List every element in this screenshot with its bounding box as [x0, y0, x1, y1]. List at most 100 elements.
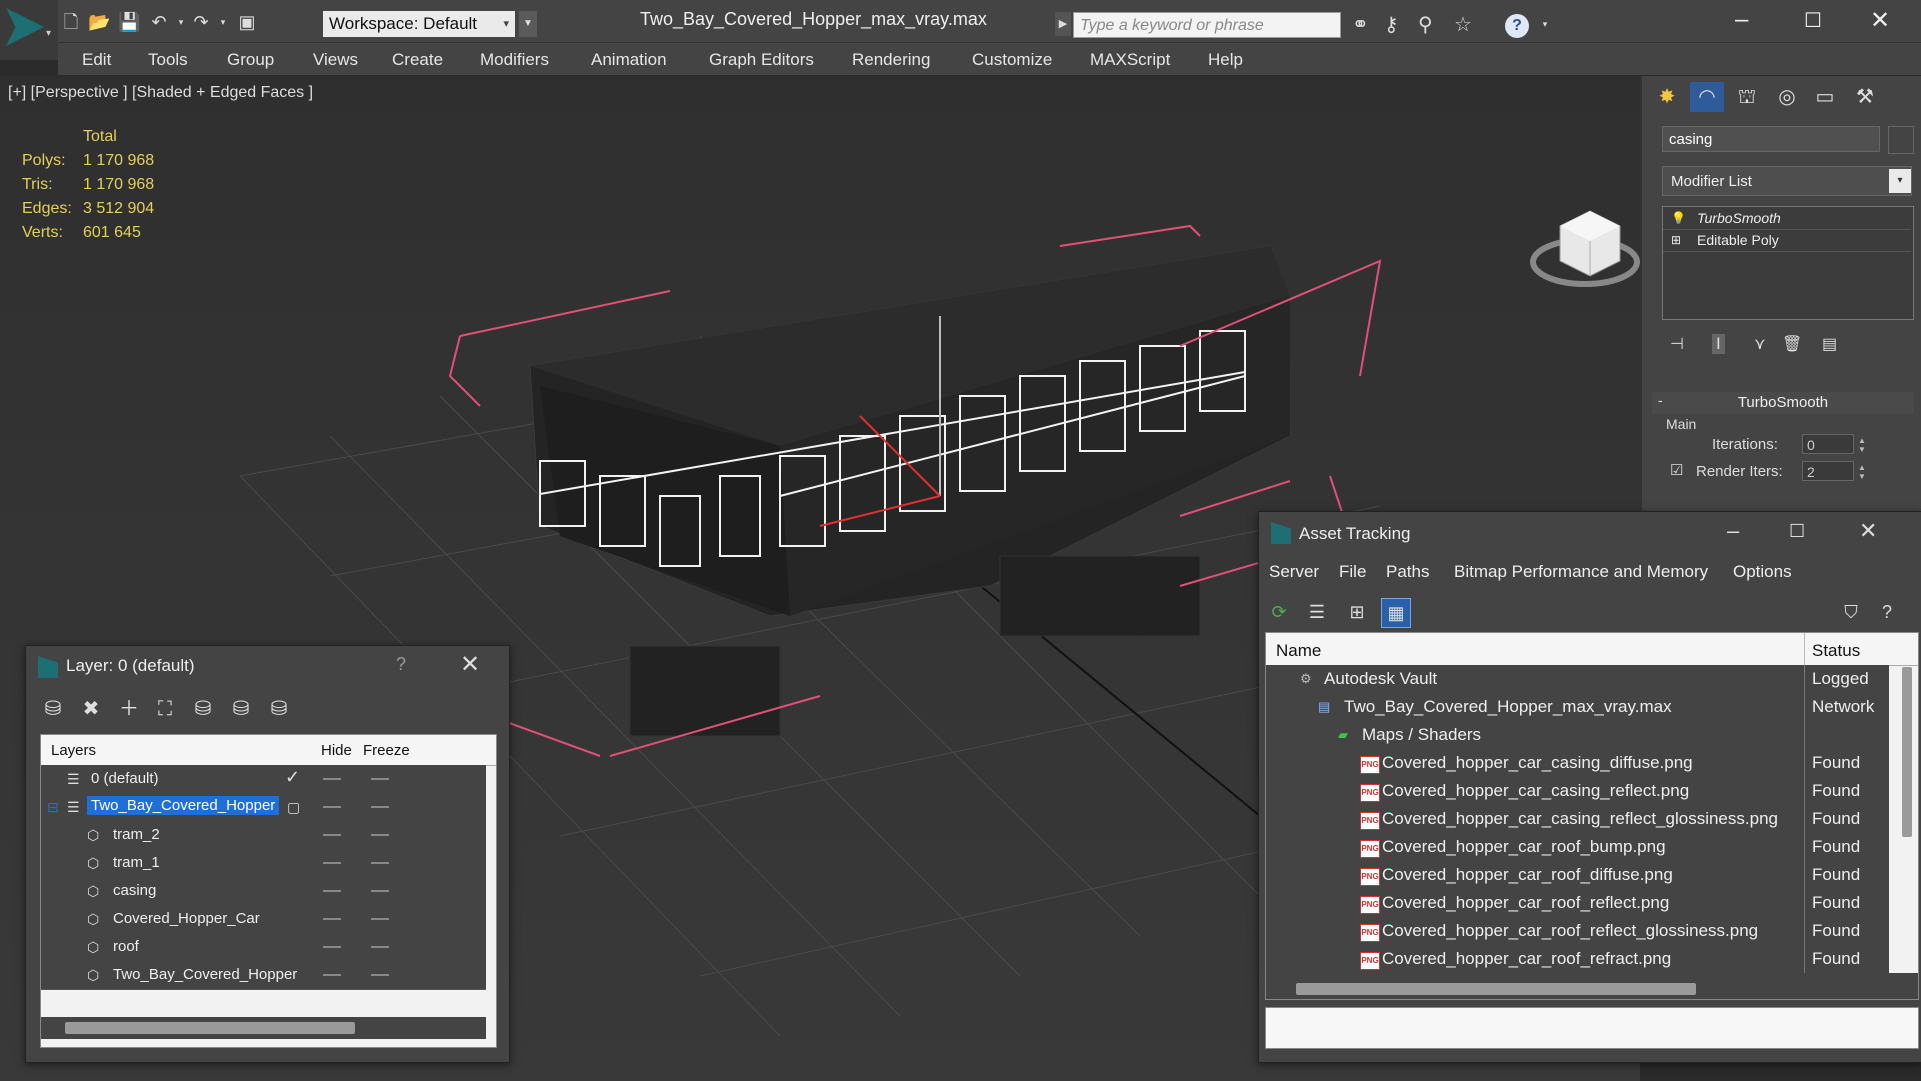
- render-iters-checkbox[interactable]: ☑: [1670, 461, 1683, 479]
- new-file-icon[interactable]: 🗋: [60, 12, 82, 32]
- undo-icon[interactable]: ↶: [148, 12, 170, 32]
- close-icon[interactable]: ✕: [1870, 6, 1890, 35]
- layer-row[interactable]: ⬡ tram_1: [41, 849, 486, 878]
- app-menu-button[interactable]: ▾: [0, 0, 58, 60]
- asset-row[interactable]: PNG Covered_hopper_car_casing_diffuse.pn…: [1266, 749, 1889, 778]
- layer-settings-icon[interactable]: ⛁: [266, 696, 292, 722]
- menu-help[interactable]: Help: [1208, 50, 1243, 70]
- freeze-toggle[interactable]: [371, 834, 389, 836]
- asset-row[interactable]: PNG Covered_hopper_car_roof_bump.png Fou…: [1266, 833, 1889, 862]
- list-view-icon[interactable]: ☰: [1303, 598, 1331, 626]
- minimize-icon[interactable]: –: [1727, 518, 1739, 544]
- asset-row[interactable]: PNG Covered_hopper_car_roof_refract.png …: [1266, 945, 1889, 974]
- lightbulb-icon[interactable]: 💡: [1671, 207, 1686, 229]
- sign-in-icon[interactable]: ⚲: [1418, 12, 1433, 37]
- object-name-field[interactable]: casing: [1662, 126, 1880, 152]
- workspace-menu-button[interactable]: ▼: [519, 11, 537, 37]
- freeze-toggle[interactable]: [371, 974, 389, 976]
- plus-icon[interactable]: ⊞: [1671, 229, 1685, 251]
- layer-row[interactable]: ⊟ ☰ Two_Bay_Covered_Hopper ▢: [41, 793, 486, 822]
- workspace-selector[interactable]: Workspace: Default ▾: [323, 11, 515, 37]
- asset-row[interactable]: PNG Covered_hopper_car_roof_reflect.png …: [1266, 889, 1889, 918]
- close-icon[interactable]: ✕: [460, 650, 480, 679]
- hide-toggle[interactable]: [323, 918, 341, 920]
- asset-row[interactable]: ▰ Maps / Shaders: [1266, 721, 1889, 750]
- help-icon[interactable]: ?: [396, 654, 406, 675]
- collapse-icon[interactable]: -: [1658, 392, 1663, 408]
- save-icon[interactable]: 💾: [118, 12, 140, 32]
- select-layer-icon[interactable]: ⛁: [190, 696, 216, 722]
- col-layers[interactable]: Layers: [51, 742, 96, 759]
- freeze-toggle[interactable]: [371, 778, 389, 780]
- remove-modifier-icon[interactable]: 🗑: [1782, 334, 1802, 354]
- menu-customize[interactable]: Customize: [972, 50, 1052, 70]
- layer-row[interactable]: ⬡ Two_Bay_Covered_Hopper: [41, 961, 486, 990]
- search-expand-button[interactable]: ▶: [1055, 12, 1071, 36]
- menu-edit[interactable]: Edit: [82, 50, 111, 70]
- column-divider[interactable]: [1804, 633, 1805, 665]
- vertical-scrollbar[interactable]: [1902, 667, 1912, 837]
- layer-row[interactable]: ⬡ casing: [41, 877, 486, 906]
- asset-row[interactable]: PNG Covered_hopper_car_roof_diffuse.png …: [1266, 861, 1889, 890]
- menu-paths[interactable]: Paths: [1386, 562, 1429, 582]
- refresh-icon[interactable]: ⟳: [1265, 598, 1293, 626]
- open-file-icon[interactable]: 📂: [88, 12, 110, 32]
- freeze-toggle[interactable]: [371, 806, 389, 808]
- configure-sets-icon[interactable]: ▤: [1822, 334, 1837, 354]
- stack-item-editable-poly[interactable]: ⊞ Editable Poly: [1663, 229, 1911, 252]
- pin-stack-icon[interactable]: ⊣: [1670, 334, 1684, 354]
- asset-row[interactable]: PNG Covered_hopper_car_casing_reflect.pn…: [1266, 777, 1889, 806]
- binoculars-icon[interactable]: ⚭: [1352, 12, 1369, 37]
- menu-server[interactable]: Server: [1269, 562, 1319, 582]
- display-tab-icon[interactable]: ▭: [1808, 82, 1842, 112]
- iterations-spinner[interactable]: 0: [1802, 434, 1854, 454]
- help-button[interactable]: ?: [1505, 14, 1529, 38]
- layer-row[interactable]: ☰ 0 (default) ✓: [41, 765, 486, 794]
- collapse-icon[interactable]: ⊟: [47, 799, 59, 816]
- col-hide[interactable]: Hide: [321, 742, 352, 759]
- key-icon[interactable]: ⚷: [1384, 12, 1399, 37]
- stack-item-turbosmooth[interactable]: 💡 TurboSmooth: [1663, 207, 1911, 230]
- create-tab-icon[interactable]: ✸: [1650, 82, 1684, 112]
- spinner-arrows-icon[interactable]: ▲ ▼: [1858, 463, 1866, 481]
- render-iters-spinner[interactable]: 2: [1802, 461, 1854, 481]
- menu-create[interactable]: Create: [392, 50, 443, 70]
- help-dropdown-icon[interactable]: ▾: [1534, 14, 1556, 34]
- modifier-list-dropdown[interactable]: Modifier List ▾: [1662, 166, 1912, 196]
- menu-maxscript[interactable]: MAXScript: [1090, 50, 1170, 70]
- freeze-toggle[interactable]: [371, 946, 389, 948]
- tree-view-icon[interactable]: ⊞: [1343, 598, 1371, 626]
- hide-toggle[interactable]: [323, 834, 341, 836]
- vault-help-icon[interactable]: ⛉: [1837, 598, 1865, 626]
- freeze-toggle[interactable]: [371, 890, 389, 892]
- asset-row[interactable]: ⚙ Autodesk Vault Logged: [1266, 665, 1889, 694]
- col-name[interactable]: Name: [1276, 641, 1321, 661]
- viewcube[interactable]: [1530, 210, 1640, 287]
- col-status[interactable]: Status: [1812, 641, 1860, 661]
- asset-row[interactable]: PNG Covered_hopper_car_casing_reflect_gl…: [1266, 805, 1889, 834]
- freeze-toggle[interactable]: [371, 918, 389, 920]
- redo-icon[interactable]: ↷: [190, 12, 212, 32]
- freeze-toggle[interactable]: [371, 862, 389, 864]
- layer-row[interactable]: ⬡ tram_2: [41, 821, 486, 850]
- show-end-result-icon[interactable]: Ⅰ: [1712, 334, 1725, 354]
- menu-bitmap-performance[interactable]: Bitmap Performance and Memory: [1454, 562, 1708, 582]
- menu-views[interactable]: Views: [313, 50, 358, 70]
- utilities-tab-icon[interactable]: ⚒: [1848, 82, 1882, 112]
- hide-toggle[interactable]: [323, 778, 341, 780]
- hierarchy-tab-icon[interactable]: ⛫: [1730, 82, 1764, 112]
- menu-modifiers[interactable]: Modifiers: [480, 50, 549, 70]
- layer-row[interactable]: ⬡ roof: [41, 933, 486, 962]
- search-input[interactable]: Type a keyword or phrase: [1073, 12, 1341, 38]
- hide-toggle[interactable]: [323, 974, 341, 976]
- motion-tab-icon[interactable]: ◎: [1770, 82, 1804, 112]
- turbosmooth-rollout-header[interactable]: TurboSmooth: [1652, 392, 1914, 414]
- object-color-swatch[interactable]: [1888, 126, 1914, 154]
- set-current-layer-icon[interactable]: ▢: [287, 799, 300, 816]
- col-freeze[interactable]: Freeze: [363, 742, 410, 759]
- menu-file[interactable]: File: [1339, 562, 1366, 582]
- asset-row[interactable]: ▤ Two_Bay_Covered_Hopper_max_vray.max Ne…: [1266, 693, 1889, 722]
- select-objects-icon[interactable]: ⛶: [152, 696, 178, 722]
- add-to-layer-icon[interactable]: ＋: [116, 696, 142, 722]
- make-unique-icon[interactable]: ⋎: [1754, 334, 1766, 354]
